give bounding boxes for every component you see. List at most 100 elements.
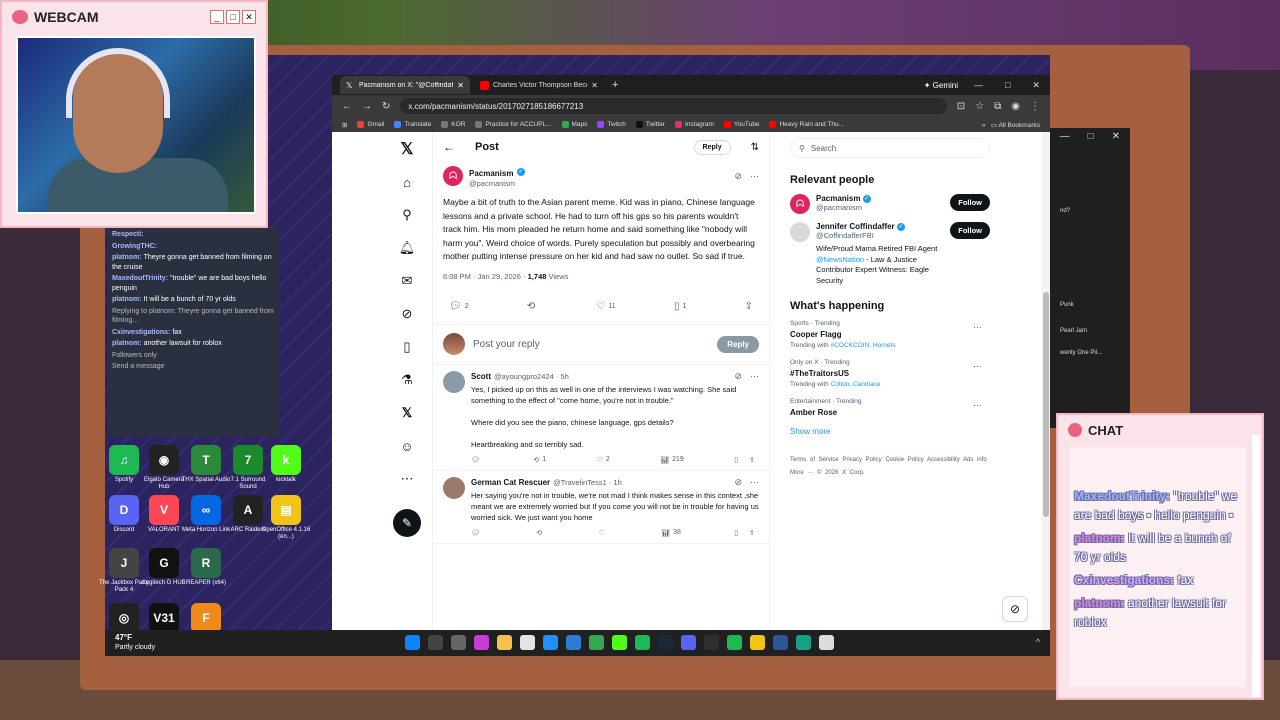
menu-icon[interactable]: ⋮ (1030, 101, 1040, 112)
gemini-button[interactable]: ✦ Gemini (912, 81, 970, 90)
bookmark-item[interactable]: Practice for ACCUPL... (475, 121, 552, 128)
more-options-icon[interactable]: ··· (750, 171, 759, 182)
home-icon[interactable]: ⌂ (397, 173, 417, 191)
reply-action[interactable]: 💬︎ (471, 529, 483, 537)
reply-author-handle[interactable]: @TravelinTess1 · 1h (553, 478, 622, 487)
trend-item[interactable]: Sports · Trending Cooper Flagg Trending wi… (790, 320, 990, 349)
bookmarks-icon[interactable]: ▯ (397, 338, 417, 356)
minimize-icon[interactable]: — (974, 80, 983, 91)
repost-action[interactable]: ⟲ 1 (533, 456, 546, 464)
bookmark-item[interactable]: Translate (394, 121, 431, 128)
notifications-bell-icon[interactable]: 🔔︎ (397, 239, 417, 257)
person-card[interactable]: Jennifer Coffindaffer ✓ @CoffindafferFBI… (790, 222, 990, 286)
reply-author-name[interactable]: German Cat Rescuer (471, 478, 550, 487)
chat-username[interactable]: platnom: (112, 296, 142, 303)
close-tab-icon[interactable]: ✕ (457, 81, 464, 90)
bookmark-action[interactable]: ▯ 1 (674, 301, 686, 312)
page-scrollbar[interactable] (1042, 132, 1050, 630)
explore-search-icon[interactable]: ⚲ (397, 206, 417, 224)
grok-floating-icon[interactable]: ⊘ (1002, 596, 1028, 622)
author-handle[interactable]: @pacmanism (469, 179, 525, 188)
post-time[interactable]: 6:08 PM · Jan 29, 2026 · (443, 272, 528, 281)
obs-icon[interactable] (704, 635, 719, 650)
scrollbar-thumb[interactable] (1043, 292, 1049, 517)
bookmark-star-icon[interactable]: ☆ (975, 101, 984, 112)
avatar[interactable]: ᗣ (790, 194, 810, 214)
install-icon[interactable]: ⊡ (957, 101, 965, 112)
repost-action[interactable]: ⟲ (527, 301, 538, 312)
maximize-icon[interactable]: □ (1005, 80, 1010, 91)
like-action[interactable]: ♡ (599, 529, 608, 537)
footer-links[interactable]: Terms of Service Privacy Policy Cookie P… (790, 454, 990, 480)
spotify-alt-icon[interactable] (727, 635, 742, 650)
reply-author-name[interactable]: Scott (471, 372, 491, 381)
person-name[interactable]: Jennifer Coffindaffer (816, 222, 895, 231)
app-icon[interactable] (796, 635, 811, 650)
mail-icon[interactable] (566, 635, 581, 650)
desktop-shortcut[interactable]: k kicktalk (260, 445, 312, 484)
all-bookmarks-button[interactable]: » ▭ All Bookmarks (982, 121, 1040, 129)
x-logo-icon[interactable]: 𝕏 (397, 140, 417, 158)
follow-button[interactable]: Follow (950, 222, 990, 239)
reply-item[interactable]: Scott @ayoungpro2424 · 5h ⊘ ··· Yes, I picke… (433, 365, 769, 471)
reply-action[interactable]: 💬︎ (471, 456, 483, 464)
trend-sub-link[interactable]: Colton, Candiace (831, 381, 881, 388)
views-action[interactable]: 📊︎ 219 (660, 456, 684, 464)
reply-submit-button[interactable]: Reply (717, 335, 759, 353)
messages-envelope-icon[interactable]: ✉ (397, 272, 417, 290)
chat-username[interactable]: MaxedoutTrinity: (112, 275, 168, 282)
close-tab-icon[interactable]: ✕ (591, 81, 598, 90)
weather-widget[interactable]: 47°F Partly cloudy (115, 633, 155, 652)
trend-more-icon[interactable]: ··· (973, 322, 982, 332)
tab-pacmanism[interactable]: 𝕏 Pacmanism on X: "@Coffindaffe... ✕ (340, 76, 470, 94)
apps-icon[interactable]: ⊞ (342, 121, 347, 129)
back-arrow-icon[interactable]: ← (443, 140, 455, 154)
back-icon[interactable]: ← (342, 101, 352, 112)
grok-explain-icon[interactable]: ⊘ (734, 477, 742, 488)
spotify-icon[interactable] (635, 635, 650, 650)
reload-icon[interactable]: ↻ (382, 101, 390, 112)
search-icon[interactable] (428, 635, 443, 650)
chat-username[interactable]: GrowingTHC: (112, 243, 157, 250)
bookmark-item[interactable]: KOR (441, 121, 465, 128)
profile-person-icon[interactable]: ☺ (397, 437, 417, 455)
bookmark-icon[interactable]: ▯ (734, 456, 738, 464)
url-field[interactable]: x.com/pacmanism/status/20170271851866772… (400, 98, 947, 114)
trend-more-icon[interactable]: ··· (973, 361, 982, 371)
reply-action[interactable]: 💬︎ 2 (449, 301, 469, 312)
like-action[interactable]: ♡ 2 (597, 456, 610, 464)
edge-icon[interactable] (543, 635, 558, 650)
close-window-icon[interactable]: ✕ (1032, 80, 1040, 91)
avatar[interactable] (443, 476, 465, 499)
reply-input[interactable]: Post your reply (473, 339, 540, 350)
premium-x-icon[interactable]: 𝕏 (397, 404, 417, 422)
bookmark-item[interactable]: Twitter (635, 121, 665, 128)
tray-expand-icon[interactable]: ^ (1036, 637, 1040, 647)
chrome-icon[interactable] (589, 635, 604, 650)
like-action[interactable]: ♡ 11 (596, 301, 615, 312)
forward-icon[interactable]: → (362, 101, 372, 112)
trend-sub-link[interactable]: #COCKCOIN, Hornets (831, 342, 896, 349)
trend-item[interactable]: Entertainment · Trending Amber Rose ··· (790, 398, 990, 417)
reply-item[interactable]: German Cat Rescuer @TravelinTess1 · 1h ⊘ ··… (433, 471, 769, 544)
avatar[interactable] (790, 222, 810, 242)
more-circle-icon[interactable]: ⋯ (397, 470, 417, 488)
bookmark-item[interactable]: Heavy Rain and Thu... (769, 121, 844, 128)
trend-item[interactable]: Only on X · Trending #TheTraitorsUS Trendi… (790, 359, 990, 388)
word-icon[interactable] (773, 635, 788, 650)
chat-username[interactable]: Respecti: (112, 231, 144, 238)
chat-username[interactable]: Cxinvestigations: (112, 329, 170, 336)
bookmark-item[interactable]: Instagram (674, 121, 714, 128)
task-view-icon[interactable] (451, 635, 466, 650)
bookmark-item[interactable]: Twitch (597, 121, 626, 128)
bio-link[interactable]: @NewsNation (816, 255, 864, 264)
reply-author-handle[interactable]: @ayoungpro2424 · 5h (494, 372, 569, 381)
bookmark-item[interactable]: Maps (561, 121, 587, 128)
repost-action[interactable]: ⟲ (536, 529, 545, 537)
compose-post-icon[interactable]: ✎ (393, 509, 421, 537)
communities-icon[interactable]: ⚗ (397, 371, 417, 389)
bookmark-icon[interactable]: ▯ (734, 529, 738, 537)
start-icon[interactable] (405, 635, 420, 650)
search-input[interactable]: ⚲ Search (790, 138, 990, 158)
discord-icon[interactable] (681, 635, 696, 650)
